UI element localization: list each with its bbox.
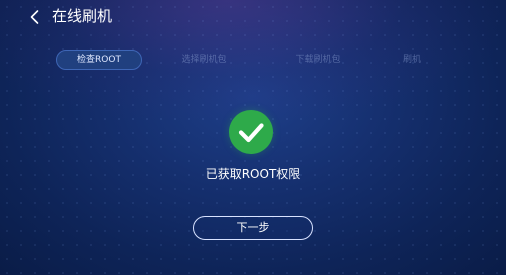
success-badge (229, 110, 273, 154)
step-check-root: 检查ROOT (56, 50, 142, 70)
status-message: 已获取ROOT权限 (205, 167, 301, 181)
next-button[interactable]: 下一步 (193, 216, 313, 240)
page-title: 在线刷机 (52, 7, 113, 25)
step-download-package: 下载刷机包 (295, 55, 341, 65)
flash-screen: 在线刷机 检查ROOT 选择刷机包 下载刷机包 刷机 已获取ROOT权限 下一步 (0, 0, 506, 275)
step-select-package: 选择刷机包 (181, 55, 227, 65)
step-progress: 检查ROOT 选择刷机包 下载刷机包 刷机 (56, 50, 436, 70)
chevron-left-icon (26, 8, 44, 26)
header-bar: 在线刷机 (0, 0, 506, 32)
back-button[interactable] (26, 8, 44, 26)
step-flash: 刷机 (402, 55, 421, 65)
